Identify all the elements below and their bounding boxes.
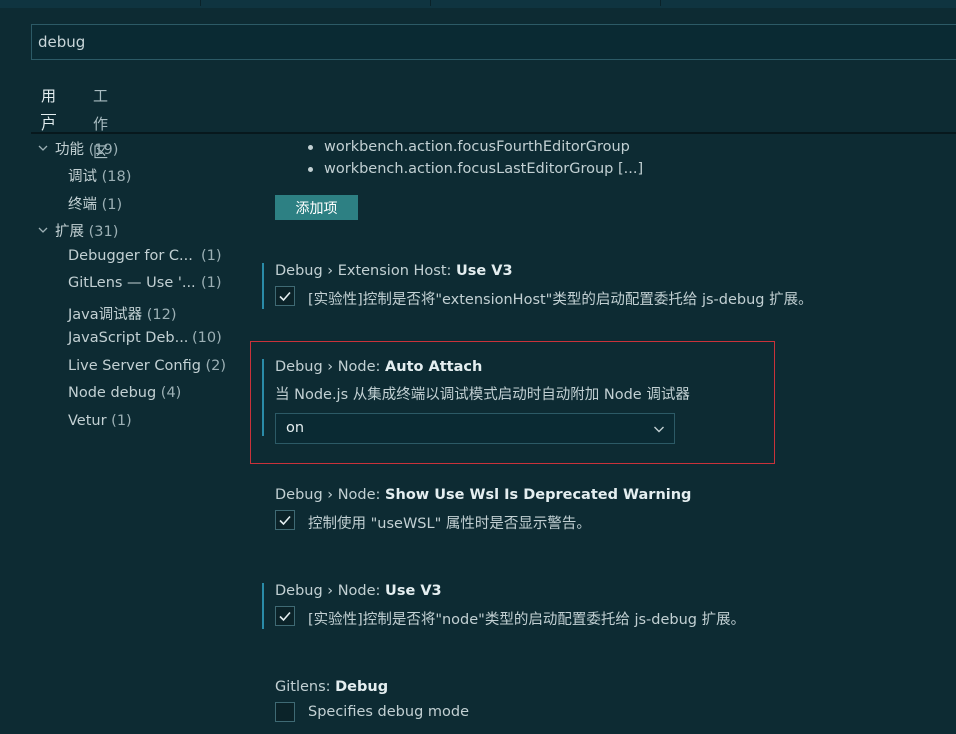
toc-count: (18) <box>101 169 132 185</box>
tab-separator <box>660 0 661 6</box>
toc-label: GitLens — Use '... <box>68 275 196 291</box>
setting-title: Debug › Extension Host: Use V3 <box>275 263 513 279</box>
setting-checkbox[interactable] <box>275 510 295 530</box>
toc-item-vetur[interactable]: Vetur (1) <box>68 413 132 429</box>
toc-item-terminal[interactable]: 终端 (1) <box>68 193 122 214</box>
settings-editor: 用户 工作区 功能 (19) 调试 (18) 终端 (1) 扩展 (31) De… <box>0 0 956 734</box>
setting-name: Auto Attach <box>385 359 483 375</box>
toc-count: (31) <box>88 224 119 240</box>
setting-checkbox[interactable] <box>275 606 295 626</box>
toc-item-debug[interactable]: 调试 (18) <box>68 165 131 186</box>
toc-count: (10) <box>192 330 222 346</box>
settings-search-box[interactable] <box>31 24 956 60</box>
toc-label: JavaScript Deb... <box>68 330 189 346</box>
toc-count: (1) <box>111 413 132 429</box>
check-icon <box>279 515 291 526</box>
setting-description: [实验性]控制是否将"node"类型的启动配置委托给 js-debug 扩展。 <box>308 612 746 628</box>
toc-item-javascript-debugger[interactable]: JavaScript Deb... (10) <box>68 330 222 346</box>
toc-item-features[interactable]: 功能 (19) <box>37 138 118 159</box>
toc-item-gitlens[interactable]: GitLens — Use '... (1) <box>68 275 222 291</box>
toc-count: (1) <box>101 197 123 213</box>
select-value: on <box>286 420 305 436</box>
setting-category: Debug › Extension Host: <box>275 263 457 279</box>
modified-indicator <box>262 263 264 309</box>
toc-count: (1) <box>201 248 222 264</box>
toc-label: 调试 <box>68 169 97 185</box>
setting-name: Debug <box>335 679 389 695</box>
modified-indicator <box>262 359 264 436</box>
toc-count: (19) <box>88 142 119 158</box>
tab-workspace[interactable]: 工作区 <box>93 82 108 161</box>
toc-item-extensions[interactable]: 扩展 (31) <box>37 220 118 241</box>
setting-description: 当 Node.js 从集成终端以调试模式启动时自动附加 Node 调试器 <box>275 387 690 403</box>
tab-user[interactable]: 用户 <box>41 82 57 133</box>
toc-label: 扩展 <box>55 224 84 240</box>
toc-count: (4) <box>160 385 182 401</box>
add-item-button[interactable]: 添加项 <box>275 195 358 220</box>
toc-label: Debugger for C... <box>68 248 193 264</box>
setting-category: Debug › Node: <box>275 583 386 599</box>
header-divider <box>31 132 956 134</box>
setting-node-use-v3: Debug › Node: Use V3 [实验性]控制是否将"node"类型的… <box>250 581 956 641</box>
chevron-down-icon <box>37 224 55 240</box>
toc-count: (1) <box>201 275 222 291</box>
settings-search-input[interactable] <box>32 25 956 59</box>
settings-list: workbench.action.focusFourthEditorGroup … <box>250 136 956 734</box>
setting-checkbox[interactable] <box>275 286 295 306</box>
toc-count: (2) <box>205 358 227 374</box>
auto-attach-select[interactable]: on <box>275 413 675 444</box>
chevron-down-icon <box>652 421 666 440</box>
setting-checkbox[interactable] <box>275 702 295 722</box>
toc-label: Node debug <box>68 385 157 401</box>
list-item: workbench.action.focusLastEditorGroup [.… <box>305 158 643 180</box>
toc-item-live-server-config[interactable]: Live Server Config (2) <box>68 358 226 374</box>
setting-description: Specifies debug mode <box>308 704 470 720</box>
toc-item-node-debug[interactable]: Node debug (4) <box>68 385 181 401</box>
toc-item-java-debugger[interactable]: Java调试器 (12) <box>68 303 177 324</box>
setting-show-use-wsl-warning: Debug › Node: Show Use Wsl Is Deprecated… <box>250 485 956 545</box>
check-icon <box>279 291 291 302</box>
setting-category: Gitlens: <box>275 679 336 695</box>
setting-category: Debug › Node: <box>275 487 386 503</box>
setting-description: 控制使用 "useWSL" 属性时是否显示警告。 <box>308 516 591 532</box>
keybinding-list: workbench.action.focusFourthEditorGroup … <box>305 136 643 180</box>
setting-extension-host-use-v3: Debug › Extension Host: Use V3 [实验性]控制是否… <box>250 261 956 321</box>
setting-gitlens-debug: Gitlens: Debug Specifies debug mode <box>250 677 956 734</box>
setting-name: Show Use Wsl Is Deprecated Warning <box>385 487 692 503</box>
setting-title: Debug › Node: Auto Attach <box>275 359 482 375</box>
setting-title: Debug › Node: Use V3 <box>275 583 442 599</box>
check-icon <box>279 611 291 622</box>
chevron-down-icon <box>37 142 55 158</box>
list-item: workbench.action.focusFourthEditorGroup <box>305 136 643 158</box>
toc-label: Vetur <box>68 413 107 429</box>
modified-indicator <box>262 583 264 629</box>
tab-separator <box>430 0 431 6</box>
setting-title: Debug › Node: Show Use Wsl Is Deprecated… <box>275 487 691 503</box>
tab-separator <box>200 0 201 6</box>
toc-label: 功能 <box>55 142 84 158</box>
setting-title: Gitlens: Debug <box>275 679 388 695</box>
setting-description: [实验性]控制是否将"extensionHost"类型的启动配置委托给 js-d… <box>308 292 813 308</box>
setting-name: Use V3 <box>385 583 442 599</box>
toc-count: (12) <box>146 307 177 323</box>
setting-category: Debug › Node: <box>275 359 386 375</box>
toc-label: Live Server Config <box>68 358 201 374</box>
setting-name: Use V3 <box>456 263 513 279</box>
toc-label: Java调试器 <box>68 307 143 323</box>
toc-label: 终端 <box>68 197 97 213</box>
toc-item-debugger-for-c[interactable]: Debugger for C... (1) <box>68 248 222 264</box>
editor-tab-strip <box>0 0 956 8</box>
